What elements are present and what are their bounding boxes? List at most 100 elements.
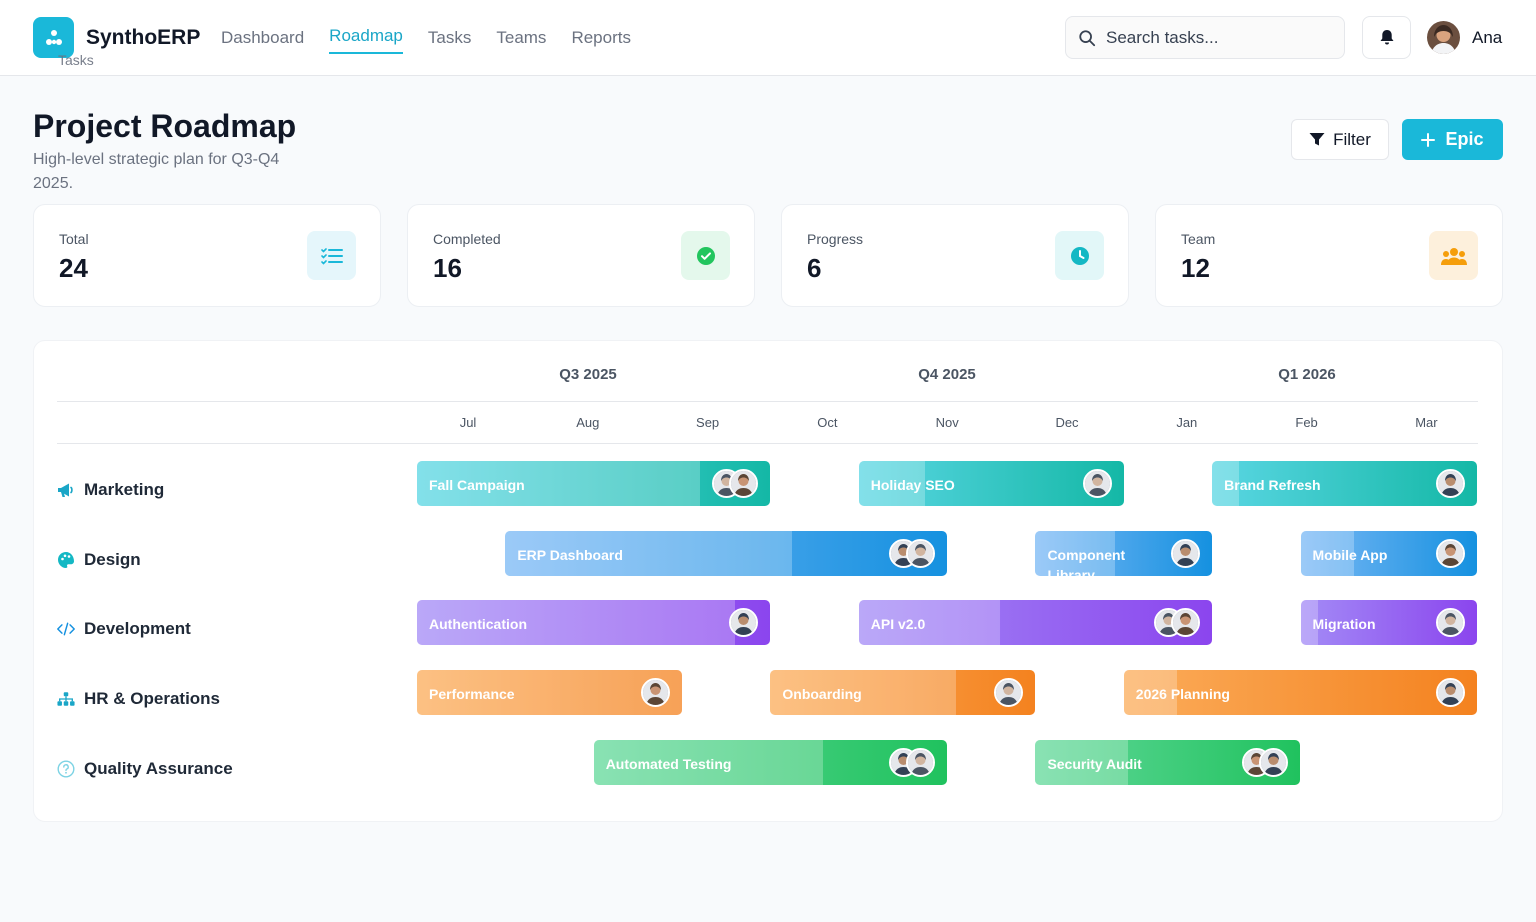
assignee-avatar[interactable]: [729, 469, 759, 498]
user-name[interactable]: Ana: [1472, 28, 1502, 48]
main-nav: Dashboard Roadmap Tasks Teams Reports: [221, 0, 656, 76]
assignee-avatar[interactable]: [1082, 469, 1112, 498]
row-label-marketing: Marketing: [57, 478, 164, 502]
bell-icon: [1380, 30, 1393, 45]
month-header: Jul: [459, 415, 477, 430]
epic-bar[interactable]: 2026 Planning: [1123, 670, 1478, 715]
row-label-hr-operations: HR & Operations: [57, 687, 220, 711]
epic-assignees: [1154, 608, 1201, 637]
assignee-avatar[interactable]: [1436, 539, 1466, 568]
epic-assignees: [1171, 539, 1201, 568]
assignee-avatar[interactable]: [1436, 678, 1466, 707]
month-header: Nov: [935, 415, 959, 430]
filter-icon: [1309, 133, 1325, 146]
nav-item-roadmap[interactable]: Roadmap: [329, 0, 403, 76]
epic-assignees: [1436, 678, 1466, 707]
epic-bar[interactable]: Component Library: [1035, 531, 1213, 576]
stat-card-team: Team 12: [1155, 204, 1503, 307]
epic-bar[interactable]: Automated Testing: [593, 740, 948, 785]
epic-label: Fall Campaign: [429, 477, 525, 493]
epic-bar[interactable]: Fall Campaign: [417, 461, 771, 506]
epic-label: Mobile App: [1312, 547, 1388, 563]
epic-bar[interactable]: Security Audit: [1035, 740, 1301, 785]
month-header: Dec: [1055, 415, 1079, 430]
check-circle-icon: [681, 231, 730, 280]
stat-label: Completed: [433, 231, 501, 247]
epic-assignees: [994, 678, 1024, 707]
epic-label: Brand Refresh: [1224, 477, 1321, 493]
user-avatar[interactable]: [1427, 21, 1460, 54]
nav-item-reports[interactable]: Reports: [571, 0, 631, 76]
month-header: Feb: [1295, 415, 1318, 430]
row-label-text: Design: [84, 550, 141, 569]
month-header: Oct: [817, 415, 838, 430]
epic-assignees: [641, 678, 671, 707]
epic-label: Performance: [429, 686, 515, 702]
filter-button[interactable]: Filter: [1291, 119, 1389, 160]
notifications-button[interactable]: [1362, 16, 1411, 59]
stat-label: Total: [59, 231, 89, 247]
assignee-avatar[interactable]: [906, 539, 936, 568]
epic-bar[interactable]: Authentication: [417, 600, 771, 645]
page-title: Project Roadmap: [33, 108, 297, 144]
search-box[interactable]: [1065, 16, 1345, 59]
month-divider: [57, 443, 1478, 444]
stat-card-completed: Completed 16: [407, 204, 755, 307]
month-header: Aug: [576, 415, 600, 430]
row-label-text: Development: [84, 619, 191, 638]
megaphone-icon: [57, 481, 75, 499]
stat-value: 12: [1181, 253, 1210, 283]
filter-button-label: Filter: [1333, 129, 1371, 149]
stat-value: 16: [433, 253, 462, 283]
nav-item-dashboard[interactable]: Dashboard: [221, 0, 304, 76]
epic-label: Holiday SEO: [870, 477, 955, 493]
task-list-icon: [307, 231, 356, 280]
stat-value: 24: [59, 253, 88, 283]
quarter-header: Q3 2025: [559, 366, 617, 383]
epic-label: Component Library: [1047, 547, 1126, 576]
top-navigation-bar: SynthoERP Dashboard Roadmap Tasks Teams Repo…: [0, 0, 1536, 76]
epic-bar[interactable]: Holiday SEO: [858, 461, 1124, 506]
assignee-avatar[interactable]: [1436, 608, 1466, 637]
row-label-text: Marketing: [84, 480, 165, 499]
epic-bar[interactable]: Performance: [417, 670, 683, 715]
assignee-avatar[interactable]: [1259, 748, 1289, 777]
assignee-avatar[interactable]: [1436, 469, 1466, 498]
stat-label: Progress: [807, 231, 864, 247]
add-epic-button[interactable]: Epic: [1402, 119, 1503, 160]
row-label-quality-assurance: Quality Assurance: [57, 757, 233, 781]
epic-bar[interactable]: Onboarding: [770, 670, 1036, 715]
epic-label: API v2.0: [870, 616, 926, 632]
epic-assignees: [889, 748, 936, 777]
assignee-avatar[interactable]: [906, 748, 936, 777]
search-input[interactable]: [1106, 27, 1326, 48]
epic-bar[interactable]: API v2.0: [858, 600, 1213, 645]
search-icon: [1079, 29, 1096, 46]
epic-assignees: [1436, 539, 1466, 568]
epic-label: 2026 Planning: [1135, 686, 1230, 702]
epic-bar[interactable]: Migration: [1300, 600, 1478, 645]
assignee-avatar[interactable]: [1171, 608, 1201, 637]
assignee-avatar[interactable]: [729, 608, 759, 637]
epic-bar[interactable]: ERP Dashboard: [505, 531, 948, 576]
row-label-text: Quality Assurance: [84, 759, 233, 778]
epic-label: Authentication: [429, 616, 527, 632]
month-header: Jan: [1176, 415, 1198, 430]
epic-assignees: [889, 539, 936, 568]
nav-item-teams[interactable]: Teams: [496, 0, 546, 76]
assignee-avatar[interactable]: [994, 678, 1024, 707]
month-header: Sep: [696, 415, 720, 430]
epic-bar[interactable]: Mobile App: [1300, 531, 1478, 576]
row-label-design: Design: [57, 548, 141, 572]
code-icon: [57, 620, 75, 638]
epic-assignees: [1242, 748, 1289, 777]
epic-bar[interactable]: Brand Refresh: [1212, 461, 1478, 506]
epic-assignees: [712, 469, 759, 498]
assignee-avatar[interactable]: [1171, 539, 1201, 568]
epic-assignees: [1436, 608, 1466, 637]
assignee-avatar[interactable]: [641, 678, 671, 707]
month-header: Mar: [1415, 415, 1438, 430]
nav-item-tasks[interactable]: Tasks: [428, 0, 471, 76]
epic-label: Automated Testing: [605, 756, 732, 772]
header-divider: [57, 401, 1478, 402]
